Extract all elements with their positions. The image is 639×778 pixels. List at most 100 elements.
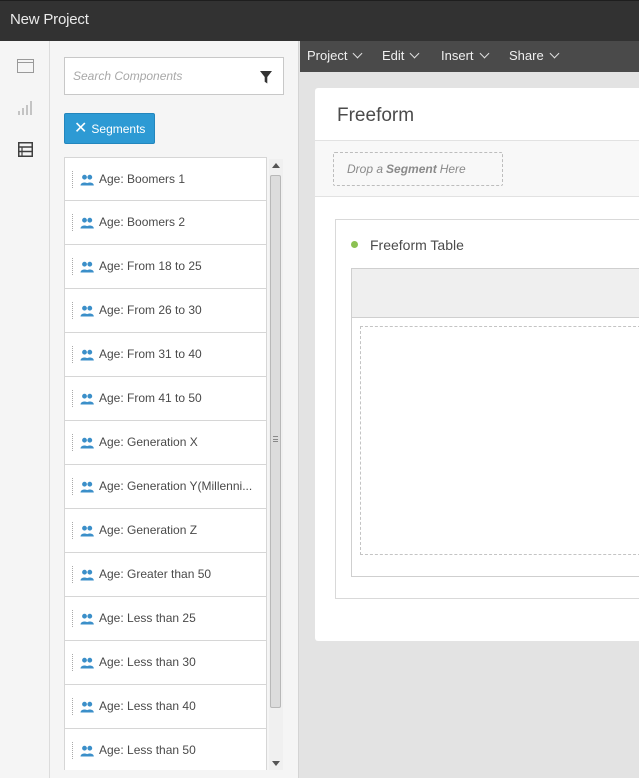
segment-icon (80, 612, 94, 625)
freeform-panel: Freeform Drop a Segment Here Freeform Ta… (315, 88, 639, 641)
chevron-down-icon (353, 48, 363, 59)
segment-list-item[interactable]: Age: Generation Y(Millenni... (65, 465, 267, 509)
segment-icon (80, 436, 94, 449)
chevron-down-icon (409, 48, 420, 59)
segment-label: Age: Boomers 1 (99, 172, 186, 186)
segment-icon (80, 568, 94, 581)
segment-label: Age: Less than 50 (99, 743, 196, 757)
segment-list-item[interactable]: Age: Boomers 2 (65, 201, 267, 245)
grip-icon (273, 436, 278, 442)
table-frame (351, 268, 639, 577)
drop-zone-keyword: Segment (386, 162, 437, 176)
drag-handle-icon[interactable] (72, 390, 74, 407)
component-search (64, 57, 284, 95)
drop-zone-prefix: Drop a (347, 162, 384, 176)
segment-icon (80, 656, 94, 669)
segment-drop-zone[interactable]: Drop a Segment Here (333, 152, 503, 186)
segment-label: Age: Greater than 50 (99, 567, 212, 581)
drag-handle-icon[interactable] (72, 522, 74, 539)
segment-label: Age: Generation X (99, 435, 198, 449)
segment-list-item[interactable]: Age: Less than 25 (65, 597, 267, 641)
chevron-down-icon (549, 48, 560, 59)
components-panel: ✕ Segments Age: Boomers 1Age: Boomers 2A… (50, 41, 299, 778)
drag-handle-icon[interactable] (72, 434, 74, 451)
drag-handle-icon[interactable] (72, 171, 74, 188)
segment-icon (80, 480, 94, 493)
status-dot-icon (351, 241, 358, 248)
segment-list-item[interactable]: Age: From 26 to 30 (65, 289, 267, 333)
menu-share-label: Share (509, 48, 544, 63)
scroll-thumb[interactable] (270, 175, 281, 708)
menu-project-label: Project (307, 48, 348, 63)
segment-icon (80, 700, 94, 713)
search-input[interactable] (73, 67, 243, 85)
drag-handle-icon[interactable] (72, 346, 74, 363)
drop-zone-suffix: Here (439, 162, 466, 176)
segment-label: Age: Less than 40 (99, 699, 196, 713)
segment-label: Age: Generation Z (99, 523, 198, 537)
panels-icon[interactable] (15, 56, 35, 76)
panel-title[interactable]: Freeform (337, 105, 414, 127)
segment-list-item[interactable]: Age: Generation Z (65, 509, 267, 553)
filter-icon[interactable] (260, 71, 272, 84)
visualizations-icon[interactable] (15, 97, 35, 117)
segment-label: Age: From 18 to 25 (99, 259, 202, 273)
workspace-canvas: Freeform Drop a Segment Here Freeform Ta… (300, 72, 639, 778)
segment-icon (80, 304, 94, 317)
segment-list-scrollbar[interactable] (269, 159, 283, 770)
left-rail (0, 41, 50, 778)
segment-icon (80, 173, 94, 186)
menu-bar: Project Edit Insert Share (300, 41, 639, 72)
segment-list-item[interactable]: Age: From 18 to 25 (65, 245, 267, 289)
table-header-drop-area[interactable] (352, 269, 639, 318)
segment-label: Age: Less than 30 (99, 655, 196, 669)
drag-handle-icon[interactable] (72, 742, 74, 759)
segment-label: Age: Boomers 2 (99, 215, 186, 229)
chevron-down-icon (479, 48, 489, 59)
segments-filter-chip[interactable]: ✕ Segments (64, 113, 155, 144)
menu-project[interactable]: Project (307, 48, 363, 63)
visualization-title[interactable]: Freeform Table (370, 237, 464, 253)
menu-share[interactable]: Share (509, 48, 560, 63)
drag-handle-icon[interactable] (72, 698, 74, 715)
drag-handle-icon[interactable] (72, 610, 74, 627)
drag-handle-icon[interactable] (72, 258, 74, 275)
segment-icon (80, 744, 94, 757)
segment-list-item[interactable]: Age: Less than 30 (65, 641, 267, 685)
segment-icon (80, 524, 94, 537)
drag-handle-icon[interactable] (72, 478, 74, 495)
segment-list-item[interactable]: Age: Greater than 50 (65, 553, 267, 597)
segment-list: Age: Boomers 1 Age: Boomers 2 Age: From 18… (64, 157, 267, 770)
title-bar: New Project (0, 0, 639, 41)
scroll-down-arrow-icon[interactable] (272, 761, 280, 766)
segment-drop-band: Drop a Segment Here (315, 141, 639, 197)
segment-list-item[interactable]: Age: From 41 to 50 (65, 377, 267, 421)
table-row-drop-area[interactable] (360, 326, 639, 555)
segments-chip-label: Segments (91, 121, 146, 136)
segment-icon (80, 348, 94, 361)
segment-list-item[interactable]: Age: Boomers 1 (65, 157, 267, 201)
menu-insert[interactable]: Insert (441, 48, 489, 63)
freeform-table-visualization: Freeform Table (335, 219, 639, 599)
segment-icon (80, 260, 94, 273)
menu-insert-label: Insert (441, 48, 474, 63)
remove-filter-icon[interactable]: ✕ (74, 120, 87, 137)
segment-label: Age: From 26 to 30 (99, 303, 202, 317)
segment-list-item[interactable]: Age: From 31 to 40 (65, 333, 267, 377)
menu-edit[interactable]: Edit (382, 48, 420, 63)
segment-icon (80, 392, 94, 405)
scroll-up-arrow-icon[interactable] (272, 163, 280, 168)
components-icon[interactable] (15, 139, 35, 159)
drag-handle-icon[interactable] (72, 302, 74, 319)
segment-label: Age: From 41 to 50 (99, 391, 202, 405)
menu-edit-label: Edit (382, 48, 405, 63)
segment-list-item[interactable]: Age: Less than 40 (65, 685, 267, 729)
segment-label: Age: Less than 25 (99, 611, 196, 625)
drag-handle-icon[interactable] (72, 566, 74, 583)
segment-icon (80, 216, 94, 229)
segment-list-item[interactable]: Age: Generation X (65, 421, 267, 465)
segment-list-item[interactable]: Age: Less than 50 (65, 729, 267, 770)
drag-handle-icon[interactable] (72, 214, 74, 231)
drag-handle-icon[interactable] (72, 654, 74, 671)
segment-label: Age: Generation Y(Millenni... (99, 479, 253, 493)
